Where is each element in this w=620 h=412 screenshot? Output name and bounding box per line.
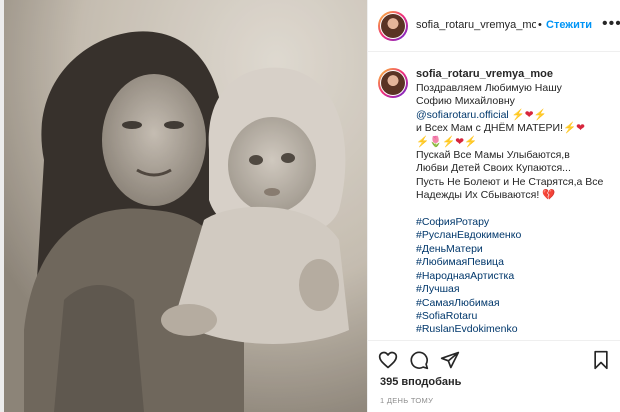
- heart-emoji: ❤: [576, 122, 585, 135]
- heart-icon[interactable]: [378, 350, 398, 370]
- caption-username[interactable]: sofia_rotaru_vremya_moe: [416, 68, 616, 80]
- post-sidebar: sofia_rotaru_vremya_mo • Стежити ••• sof…: [367, 0, 620, 412]
- action-bar: [368, 340, 620, 376]
- post-caption: sofia_rotaru_vremya_moe Поздравляем Люби…: [368, 52, 620, 340]
- caption-line: и Всех Мам с ДНЁМ МАТЕРИ!⚡❤: [416, 122, 585, 135]
- hashtag-link[interactable]: #СамаяЛюбимая: [416, 297, 616, 310]
- mention-link[interactable]: @sofiarotaru.official: [416, 109, 509, 121]
- comment-icon[interactable]: [409, 350, 429, 370]
- caption-avatar[interactable]: [378, 68, 408, 98]
- lightning-emoji: ⚡: [563, 122, 577, 135]
- header-username[interactable]: sofia_rotaru_vremya_mo: [416, 19, 536, 31]
- caption-line: Софию Михайловну: [416, 95, 515, 108]
- caption-line: Любви Детей Своих Купаются...: [416, 162, 571, 175]
- caption-line: Поздравляем Любимую Нашу: [416, 82, 562, 94]
- hashtag-link[interactable]: #ДеньМатери: [416, 243, 616, 256]
- lightning-emoji: ⚡: [442, 135, 456, 148]
- hashtag-link[interactable]: #ЛюбимаяПевица: [416, 256, 616, 269]
- more-options-icon[interactable]: •••: [602, 15, 620, 33]
- caption-line: ⚡🌷⚡❤⚡: [416, 136, 616, 149]
- heart-emoji: ❤: [455, 135, 465, 148]
- lightning-emoji: ⚡: [511, 108, 525, 121]
- instagram-post: sofia_rotaru_vremya_mo • Стежити ••• sof…: [0, 0, 620, 412]
- post-header: sofia_rotaru_vremya_mo • Стежити •••: [368, 0, 620, 52]
- vintage-photo-mother-and-baby: [4, 0, 367, 412]
- lightning-emoji: ⚡: [416, 135, 430, 148]
- heart-emoji: ❤: [524, 108, 534, 121]
- hashtag-link[interactable]: #RuslanEvdokimenko: [416, 323, 616, 336]
- separator-dot: •: [538, 19, 542, 31]
- broken-heart-emoji: 💔: [542, 189, 556, 202]
- hashtag-link[interactable]: #SofiaRotaru: [416, 310, 616, 323]
- hashtag-link[interactable]: #НароднаяАртистка: [416, 270, 616, 283]
- hashtag-link[interactable]: #РусланЕвдокименко: [416, 229, 616, 242]
- caption-line: Пускай Все Мамы Улыбаются,в: [416, 149, 570, 162]
- follow-button[interactable]: Стежити: [546, 19, 592, 31]
- likes-count[interactable]: 395 вподобань: [380, 376, 461, 388]
- tulip-emoji: 🌷: [429, 135, 443, 148]
- caption-line: @sofiarotaru.official ⚡❤⚡: [416, 109, 616, 122]
- hashtag-link[interactable]: #СофияРотару: [416, 216, 616, 229]
- caption-line: Пусть Не Болеют и Не Старятся,а Все: [416, 175, 604, 188]
- bookmark-icon[interactable]: [591, 350, 611, 370]
- lightning-emoji: ⚡: [464, 135, 478, 148]
- caption-line: Надежды Их Сбываются! 💔: [416, 189, 556, 202]
- avatar[interactable]: [378, 11, 408, 41]
- lightning-emoji: ⚡: [533, 108, 547, 121]
- post-timestamp[interactable]: 1 ДЕНЬ ТОМУ: [380, 396, 433, 405]
- hashtag-link[interactable]: #Лучшая: [416, 283, 616, 296]
- caption-text: Поздравляем Любимую Нашу Софию Михайловн…: [416, 82, 616, 337]
- post-photo[interactable]: [4, 0, 367, 412]
- share-icon[interactable]: [440, 350, 460, 370]
